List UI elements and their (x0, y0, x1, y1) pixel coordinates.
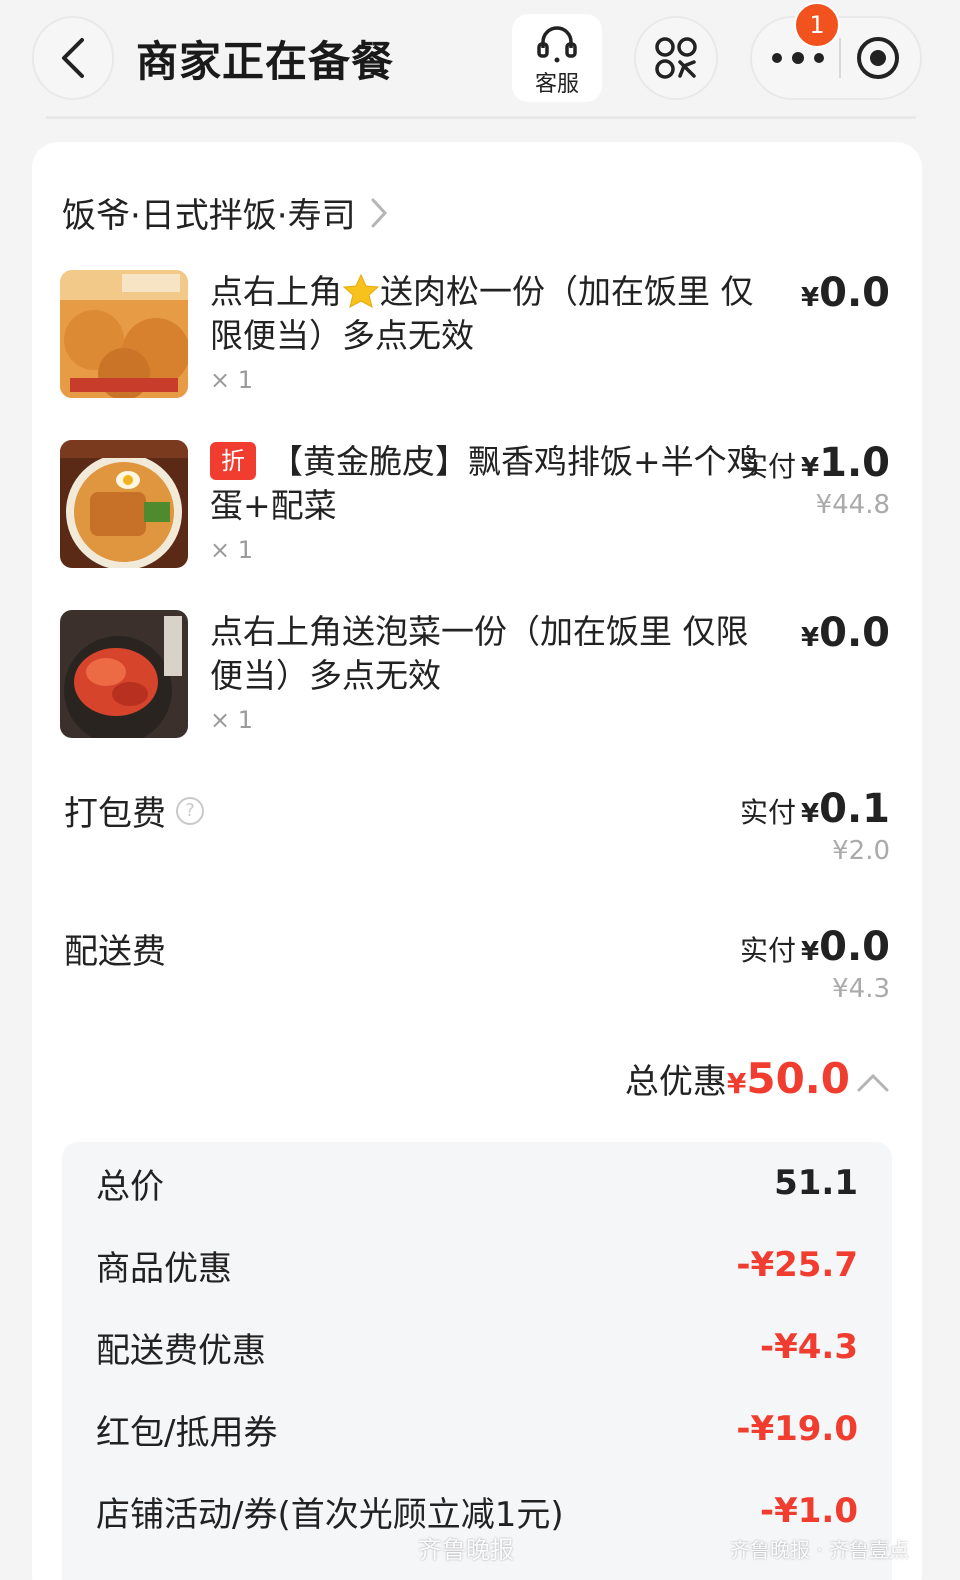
breakdown-label: 商品优惠 (96, 1248, 232, 1289)
target-circle-icon[interactable] (854, 34, 902, 82)
breakdown-label: 红包/抵用券 (96, 1412, 278, 1453)
capsule-divider (838, 38, 841, 78)
notification-badge: 1 (794, 2, 840, 48)
original-price: ¥4.3 (832, 974, 890, 1004)
breakdown-value: -¥1.0 (760, 1491, 858, 1531)
price-value: 0.0 (819, 270, 890, 316)
discount-tag: 折 (210, 442, 256, 480)
help-icon[interactable]: ? (176, 796, 204, 825)
packing-fee-label: 打包费 (64, 794, 166, 834)
original-price: ¥2.0 (832, 836, 890, 866)
item-quantity: × 1 (210, 706, 254, 734)
currency-symbol: ¥ (801, 937, 820, 967)
item-quantity: × 1 (210, 366, 254, 394)
price-value: 0.0 (819, 924, 890, 970)
order-item[interactable]: 点右上角 送肉松一份（加在饭里 仅限便当）多点无效 × 1 ¥0.0 (60, 270, 890, 410)
item-quantity: × 1 (210, 536, 254, 564)
breakdown-value: -¥25.7 (736, 1245, 858, 1285)
item-name: 点右上角 送肉松一份（加在饭里 仅限便当）多点无效 (210, 270, 760, 358)
original-price: ¥44.8 (815, 490, 890, 520)
currency-symbol: ¥ (801, 453, 820, 483)
price-breakdown: 总价 51.1 商品优惠 -¥25.7 配送费优惠 -¥4.3 红包/抵用券 -… (62, 1142, 892, 1580)
breakdown-row: 店铺活动/券(首次光顾立减1元) -¥1.0 (96, 1486, 858, 1536)
chevron-up-icon (857, 1073, 889, 1092)
paid-label: 实付 (739, 450, 796, 483)
watermark-left: 齐鲁晚报 (418, 1536, 514, 1564)
paid-label: 实付 (739, 934, 796, 967)
item-thumbnail (60, 440, 188, 568)
price-value: 1.0 (819, 440, 890, 486)
item-thumbnail (60, 610, 188, 738)
currency-symbol: ¥ (726, 1067, 747, 1100)
item-price: 实付 ¥1.0 ¥44.8 (740, 440, 890, 520)
customer-service-button[interactable]: 客服 (512, 14, 602, 102)
more-dots-icon[interactable] (770, 51, 826, 65)
order-item[interactable]: 点右上角送泡菜一份（加在饭里 仅限便当）多点无效 × 1 ¥0.0 (60, 610, 890, 750)
delivery-fee-row: 配送费 实付 ¥0.0 ¥4.3 (64, 924, 890, 1014)
order-item[interactable]: 折【黄金脆皮】飘香鸡排饭+半个鸡蛋+配菜 × 1 实付 ¥1.0 ¥44.8 (60, 440, 890, 580)
order-code-icon (655, 37, 697, 79)
currency-symbol: ¥ (801, 623, 820, 653)
currency-symbol: ¥ (801, 283, 820, 313)
total-discount-label: 总优惠 (624, 1062, 727, 1102)
item-price: ¥0.0 (801, 270, 890, 316)
watermark-right: 齐鲁晚报 · 齐鲁壹点 (730, 1538, 910, 1562)
chevron-right-icon (371, 198, 387, 227)
breakdown-label: 总价 (96, 1166, 164, 1207)
breakdown-row: 商品优惠 -¥25.7 (96, 1240, 858, 1290)
customer-service-label: 客服 (534, 72, 579, 97)
total-discount-toggle[interactable]: 总优惠 ¥ 50.0 (625, 1054, 890, 1103)
breakdown-row: 配送费优惠 -¥4.3 (96, 1322, 858, 1372)
breakdown-value: -¥4.3 (760, 1327, 858, 1367)
headset-icon (537, 26, 577, 63)
delivery-fee-price: 实付 ¥0.0 ¥4.3 (740, 924, 890, 1004)
breakdown-row: 总价 51.1 (96, 1158, 858, 1208)
breakdown-label: 店铺活动/券(首次光顾立减1元) (96, 1494, 564, 1535)
packing-fee-row: 打包费 ? 实付 ¥0.1 ¥2.0 (64, 786, 890, 876)
star-icon (342, 273, 380, 308)
currency-symbol: ¥ (801, 799, 820, 829)
breakdown-row: 红包/抵用券 -¥19.0 (96, 1404, 858, 1454)
paid-label: 实付 (739, 796, 796, 829)
item-thumbnail (60, 270, 188, 398)
order-card: 饭爷·日式拌饭·寿司 点右上角 送肉松一份（加在饭里 仅限便当）多点无效 × 1 (32, 142, 922, 1580)
shop-name: 饭爷·日式拌饭·寿司 (62, 196, 356, 236)
top-bar: 商家正在备餐 客服 1 (0, 0, 960, 125)
page-title: 商家正在备餐 (136, 37, 395, 86)
item-name: 点右上角送泡菜一份（加在饭里 仅限便当）多点无效 (210, 612, 749, 695)
breakdown-value: -¥19.0 (736, 1409, 858, 1449)
item-price: ¥0.0 (801, 610, 890, 656)
price-value: 0.0 (819, 610, 890, 656)
packing-fee-price: 实付 ¥0.1 ¥2.0 (740, 786, 890, 866)
share-code-button[interactable] (634, 16, 718, 100)
packing-fee-label-group: 打包费 ? (64, 786, 204, 835)
total-discount-amount: 50.0 (746, 1054, 850, 1103)
item-name-part: 点右上角 (210, 272, 342, 311)
back-button[interactable] (32, 16, 114, 100)
header-divider (46, 116, 916, 119)
price-value: 0.1 (819, 786, 890, 832)
item-name: 折【黄金脆皮】飘香鸡排饭+半个鸡蛋+配菜 (210, 440, 760, 528)
item-name-text: 【黄金脆皮】飘香鸡排饭+半个鸡蛋+配菜 (210, 442, 760, 525)
delivery-fee-label: 配送费 (64, 932, 166, 972)
breakdown-value: 51.1 (774, 1163, 858, 1203)
chevron-left-icon (62, 38, 84, 78)
breakdown-label: 配送费优惠 (96, 1330, 266, 1371)
shop-link[interactable]: 饭爷·日式拌饭·寿司 (62, 188, 388, 237)
